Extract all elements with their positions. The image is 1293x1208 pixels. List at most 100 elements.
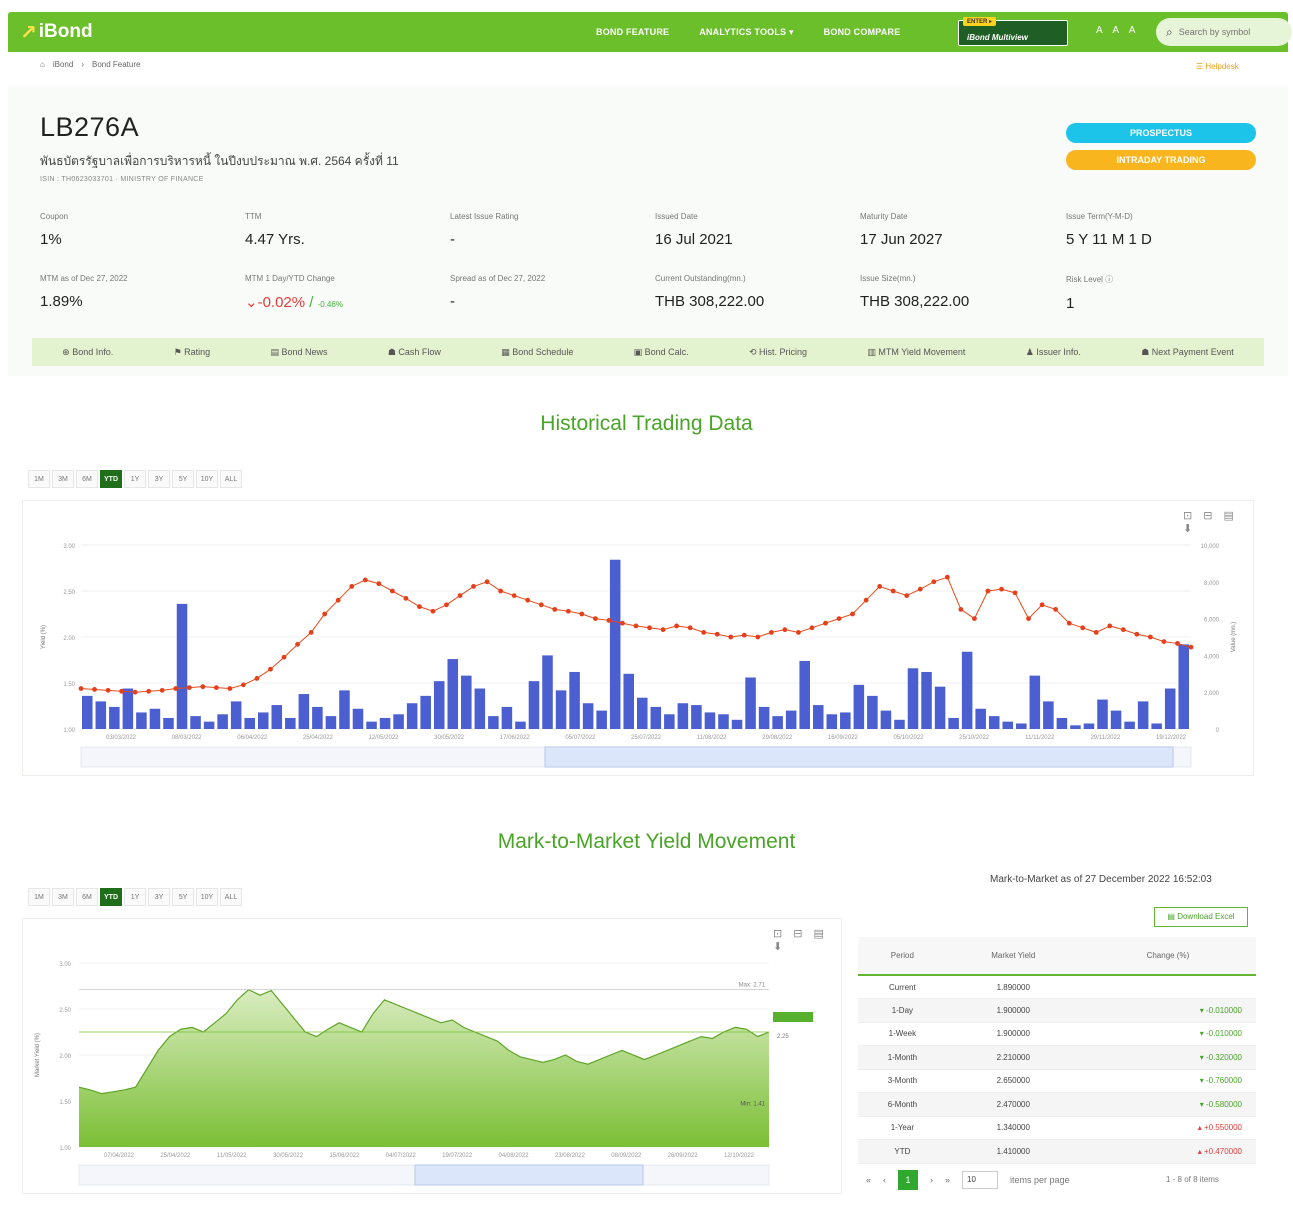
x-tick-label: 12/05/2022 [368, 735, 399, 741]
range-3m[interactable]: 3M [52, 888, 74, 906]
mtm-table: Period Market Yield Change (%) Current 1.… [858, 937, 1256, 1164]
y-tick-label: 2.50 [63, 590, 75, 596]
range-10y[interactable]: 10Y [196, 470, 218, 488]
home-icon[interactable]: ⌂ [40, 60, 45, 69]
range-3m[interactable]: 3M [52, 470, 74, 488]
search-input[interactable] [1178, 27, 1279, 37]
mtm-chart: 1.00 1.50 2.00 2.50 3.00 Market Yield (%) Max:… [35, 962, 813, 1186]
nav-bond-feature[interactable]: BOND FEATURE [596, 27, 669, 37]
volume-bar [163, 717, 174, 729]
yield-point [1066, 620, 1072, 626]
range-6m[interactable]: 6M [76, 470, 98, 488]
volume-bar [217, 714, 228, 729]
range-3y[interactable]: 3Y [148, 470, 170, 488]
cell-change: ▾ -0.010000 [1079, 998, 1256, 1023]
cell-change: ▾ -0.010000 [1079, 1022, 1256, 1046]
info-value: - [450, 293, 455, 310]
yield-point [728, 634, 734, 640]
helpdesk-link[interactable]: ☰ Helpdesk [1196, 62, 1239, 71]
volume-bar [1097, 699, 1108, 729]
yield-point [620, 620, 625, 626]
tab-bond-schedule[interactable]: ▦ Bond Schedule [501, 347, 573, 358]
yield-point [1053, 607, 1059, 612]
yield-point [741, 632, 747, 638]
range-3y[interactable]: 3Y [148, 888, 170, 906]
next-page-button[interactable]: › [930, 1175, 933, 1185]
volume-bar [230, 701, 242, 729]
x-tick-label: 08/03/2022 [172, 735, 203, 741]
range-ytd[interactable]: YTD [100, 470, 122, 488]
ibond-logo[interactable]: ↗ iBond [20, 20, 93, 45]
nav-bond-compare[interactable]: BOND COMPARE [824, 27, 901, 37]
tab-mtm-yield[interactable]: ▥ MTM Yield Movement [867, 347, 965, 358]
range-5y[interactable]: 5Y [172, 470, 194, 488]
range-1m[interactable]: 1M [28, 888, 50, 906]
tab-issuer-info[interactable]: ♟ Issuer Info. [1026, 347, 1081, 358]
chart-toolbox[interactable]: ⊡ ⊟ ▤ ⬇ [1183, 509, 1253, 535]
volume-bar [880, 710, 892, 729]
range-1m[interactable]: 1M [28, 470, 50, 488]
range-all[interactable]: ALL [220, 888, 242, 906]
col-period[interactable]: Period [858, 937, 947, 976]
min-annotation: Min: 1.41 [740, 1102, 765, 1108]
yield-point [335, 597, 341, 603]
range-6m[interactable]: 6M [76, 888, 98, 906]
volume-bar [366, 721, 377, 729]
multiview-button[interactable]: ENTER ▸ iBond Multiview [958, 17, 1068, 46]
y-tick-label: 1.00 [63, 728, 75, 734]
yield-point [592, 616, 598, 621]
range-5y[interactable]: 5Y [172, 888, 194, 906]
yield-point [768, 630, 774, 635]
page-1-button[interactable]: 1 [898, 1170, 919, 1190]
yield-point [457, 593, 463, 598]
tab-bond-news[interactable]: ▤ Bond News [270, 347, 327, 358]
info-value: 17 Jun 2027 [860, 231, 943, 248]
volume-bar [853, 684, 865, 729]
range-1y[interactable]: 1Y [124, 470, 146, 488]
first-page-button[interactable]: « [866, 1175, 871, 1185]
tab-hist-pricing[interactable]: ⟲ Hist. Pricing [749, 347, 807, 358]
range-10y[interactable]: 10Y [196, 888, 218, 906]
yield-point [417, 604, 422, 610]
prospectus-button[interactable]: PROSPECTUS [1066, 123, 1256, 143]
table-pager: « ‹ 1 › » 10 items per page 1 - 8 of 8 i… [866, 1170, 1219, 1190]
tab-cash-flow[interactable]: ☗ Cash Flow [388, 347, 441, 358]
breadcrumb-home[interactable]: iBond [53, 60, 73, 69]
volume-bar [109, 706, 120, 729]
range-1y[interactable]: 1Y [124, 888, 146, 906]
font-size-control[interactable]: A A A [1096, 25, 1139, 36]
download-excel-button[interactable]: ▤ Download Excel [1154, 907, 1248, 927]
symbol-search[interactable]: ⌕ [1156, 18, 1292, 46]
yield-point [119, 688, 125, 694]
volume-bar [555, 690, 567, 729]
nav-analytics-tools[interactable]: ANALYTICS TOOLS ▾ [699, 27, 793, 38]
yield-point [241, 682, 246, 688]
range-all[interactable]: ALL [220, 470, 242, 488]
volume-bar [203, 721, 215, 729]
volume-bar [474, 688, 486, 729]
volume-bar [1124, 721, 1135, 729]
yield-point [1161, 639, 1167, 644]
historical-chart: 1.00 1.50 2.00 2.50 3.00 0 2,000 4,000 6,000 8,00… [41, 544, 1237, 768]
y-tick-label: 1.00 [59, 1146, 71, 1152]
last-page-button[interactable]: » [945, 1175, 950, 1185]
chart-toolbox[interactable]: ⊡ ⊟ ▤ ⬇ [773, 927, 841, 953]
col-change[interactable]: Change (%) [1079, 937, 1256, 976]
intraday-trading-button[interactable]: INTRADAY TRADING [1066, 150, 1256, 170]
volume-bar [596, 710, 607, 729]
tab-bond-info[interactable]: ⊕ Bond Info. [62, 347, 113, 358]
tab-rating[interactable]: ⚑ Rating [174, 347, 211, 358]
col-market-yield[interactable]: Market Yield [946, 937, 1080, 976]
prev-page-button[interactable]: ‹ [883, 1175, 886, 1185]
items-per-page-select[interactable]: 10 [962, 1171, 999, 1189]
range-ytd[interactable]: YTD [100, 888, 122, 906]
tab-bond-calc[interactable]: ▣ Bond Calc. [634, 347, 689, 358]
yield-area [79, 989, 769, 1147]
yield-point [823, 620, 828, 626]
yield-point [525, 597, 531, 603]
breadcrumb: ⌂ iBond › Bond Feature [40, 60, 140, 69]
yield-point [890, 588, 896, 594]
tab-next-payment[interactable]: ☗ Next Payment Event [1141, 347, 1234, 358]
volume-bar [1043, 701, 1054, 729]
info-issue-size: Issue Size(mn.) THB 308,222.00 [860, 274, 1060, 310]
